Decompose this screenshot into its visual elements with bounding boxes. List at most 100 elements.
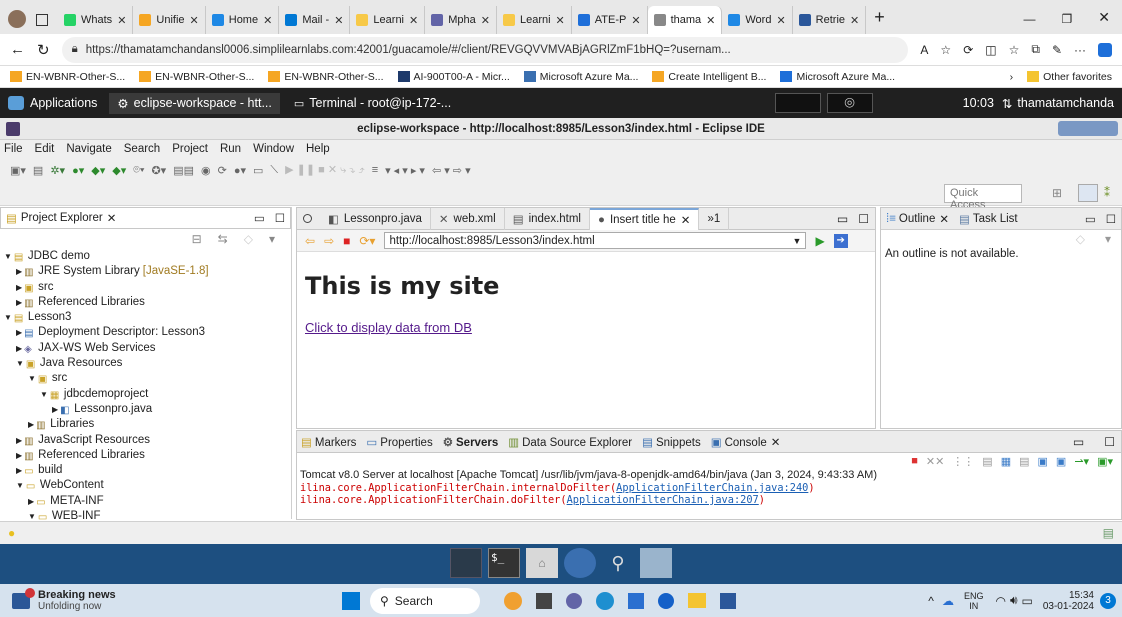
expand-arrow-down-icon[interactable]: ▼ [4,313,12,322]
browser-url-field[interactable]: http://localhost:8985/Lesson3/index.html… [384,232,807,249]
browser-tab[interactable]: Mail - ✕ [279,6,351,34]
editor-tab[interactable]: ◧ Lessonpro.java [320,207,431,230]
panel-clock[interactable]: 10:03 [963,96,994,110]
close-tab-icon[interactable]: ✕ [263,14,272,27]
close-editor-tab-icon[interactable]: ✕ [681,213,691,227]
expand-arrow-right-icon[interactable]: ▶ [16,466,22,475]
expand-arrow-right-icon[interactable]: ▶ [16,451,22,460]
tree-item[interactable]: ▶ ▥ Referenced Libraries [4,448,291,463]
expand-arrow-down-icon[interactable]: ▼ [4,252,12,261]
menu-run[interactable]: Run [220,143,241,155]
eclipse-task-button[interactable]: ⚙ eclipse-workspace - htt... [109,92,280,114]
restore-window-button[interactable]: ❐ [1062,12,1073,26]
close-tab-icon[interactable]: ✕ [334,14,343,27]
tree-item[interactable]: ▶ ▥ JRE System Library [JavaSE-1.8] [4,264,291,279]
terminal-task-button[interactable]: ▭ Terminal - root@ip-172-... [288,93,457,113]
tree-item[interactable]: ▶ ▥ Libraries [4,417,291,432]
search-dock-icon[interactable]: ⚲ [602,548,634,578]
web-browser-icon[interactable] [564,548,596,578]
expand-arrow-down-icon[interactable]: ▼ [16,481,24,490]
open-perspective-icon[interactable]: ⊞ [1052,186,1062,200]
console-stack-link[interactable]: ApplicationFilterChain.java:240 [616,482,808,494]
outline-option-icon[interactable]: ◇ [1076,232,1085,246]
expand-arrow-right-icon[interactable]: ▶ [16,344,22,353]
menu-search[interactable]: Search [124,143,160,155]
status-progress-icon[interactable]: ▤ [1103,526,1114,540]
maximize-console-icon[interactable]: ☐ [1104,435,1115,449]
save-icon[interactable]: ▤ [33,164,43,177]
tree-item[interactable]: ▶ ◈ JAX-WS Web Services [4,341,291,356]
link-editor-icon[interactable]: ⇆ [218,232,228,246]
language-indicator[interactable]: ENG IN [964,591,984,611]
terminal-dock-icon[interactable]: $_ [488,548,520,578]
folder-dock-icon[interactable] [640,548,672,578]
expand-arrow-right-icon[interactable]: ▶ [28,497,34,506]
show-desktop-icon[interactable] [450,548,482,578]
scroll-lock-icon[interactable]: ▦ [1001,455,1011,468]
expand-arrow-right-icon[interactable]: ▶ [28,420,34,429]
home-folder-icon[interactable]: ⌂ [526,548,558,578]
pin-console-icon[interactable]: ▣ [1038,455,1048,468]
external-tools-icon[interactable]: ◆▾ [112,164,126,177]
widgets-app-icon[interactable] [504,591,522,610]
taskbar-search[interactable]: ⚲ Search [370,587,480,614]
favorite-item[interactable]: Microsoft Azure Ma... [780,70,895,83]
favorite-item[interactable]: Create Intelligent B... [652,70,766,83]
run-icon[interactable]: ●▾ [72,164,84,177]
console-stack-link[interactable]: ApplicationFilterChain.java:207 [567,494,759,506]
refresh-toolbar-icon[interactable]: ⟳ [218,164,227,177]
browser-tab[interactable]: Learni ✕ [497,6,572,34]
word-icon[interactable] [720,592,736,609]
app-diamond-icon[interactable] [658,592,674,609]
tree-item[interactable]: ▶ ▭ build [4,463,291,478]
favorite-star-icon[interactable]: ☆ [940,43,951,57]
browser-tab[interactable]: thama ✕ [647,6,723,34]
remove-launch-icon[interactable]: ✕✕ [926,455,944,468]
task-view-icon[interactable] [536,592,552,609]
file-explorer-icon[interactable] [688,593,706,608]
expand-arrow-right-icon[interactable]: ▶ [16,267,22,276]
workspace-1-button[interactable] [774,93,821,113]
menu-navigate[interactable]: Navigate [66,143,111,155]
menu-project[interactable]: Project [172,143,208,155]
menu-edit[interactable]: Edit [35,143,55,155]
collections-icon[interactable]: ⧉ [1031,42,1040,57]
eclipse-window-controls[interactable] [1058,121,1118,136]
favorite-item[interactable]: EN-WBNR-Other-S... [139,70,254,83]
resume-icon[interactable]: ▶ ❚❚ ■ ✕ ⤷ ⤵ ⤴ [285,163,365,177]
editor-tab[interactable]: ✕ web.xml [431,207,505,230]
collapse-all-icon[interactable]: ⊟ [192,232,202,246]
profile-avatar-icon[interactable] [8,10,26,28]
show-hidden-icons[interactable]: ^ [928,594,934,608]
tree-item[interactable]: ▼ ▦ jdbcdemoproject [4,387,291,402]
expand-arrow-down-icon[interactable]: ▼ [28,374,36,383]
browser-tab[interactable]: Retrie ✕ [793,6,867,34]
app-blue-icon[interactable] [628,592,644,609]
close-tab-icon[interactable]: ✕ [706,14,715,27]
tree-item[interactable]: ▶ ◧ Lessonpro.java [4,402,291,417]
tree-item[interactable]: ▶ ▭ META-INF [4,494,291,509]
split-screen-icon[interactable]: ◫ [985,43,996,57]
url-field[interactable]: 🔒︎ https://thamatamchandansl0006.simplil… [61,36,909,63]
browser-forward-icon[interactable]: ⇨ [324,234,334,248]
back-toolbar-icon[interactable]: ⇦ ▾ ⇨ ▾ [432,164,471,177]
menu-window[interactable]: Window [253,143,294,155]
tree-item[interactable]: ▼ ▭ WebContent [4,478,291,493]
new-console-icon[interactable]: ▣▾ [1097,455,1113,468]
tree-item[interactable]: ▼ ▤ JDBC demo [4,249,291,264]
task-list-tab[interactable]: Task List [973,213,1018,225]
expand-arrow-right-icon[interactable]: ▶ [16,298,22,307]
menu-file[interactable]: File [4,143,23,155]
back-icon[interactable]: ← [10,41,25,58]
jee-perspective-icon[interactable] [1078,184,1098,202]
bottom-tab[interactable]: ▭ Properties [366,435,432,449]
workspace-2-button[interactable]: ◎ [826,93,873,113]
browser-stop-icon[interactable]: ■ [343,234,350,248]
tree-item[interactable]: ▼ ▣ src [4,371,291,386]
new-icon[interactable]: ▣▾ [10,164,26,177]
minimize-window-button[interactable]: — [1024,12,1036,26]
close-tab-icon[interactable]: ✕ [631,14,640,27]
tree-item[interactable]: ▼ ▤ Lesson3 [4,310,291,325]
open-console-icon[interactable]: ⇀▾ [1074,455,1089,468]
menu-help[interactable]: Help [306,143,330,155]
